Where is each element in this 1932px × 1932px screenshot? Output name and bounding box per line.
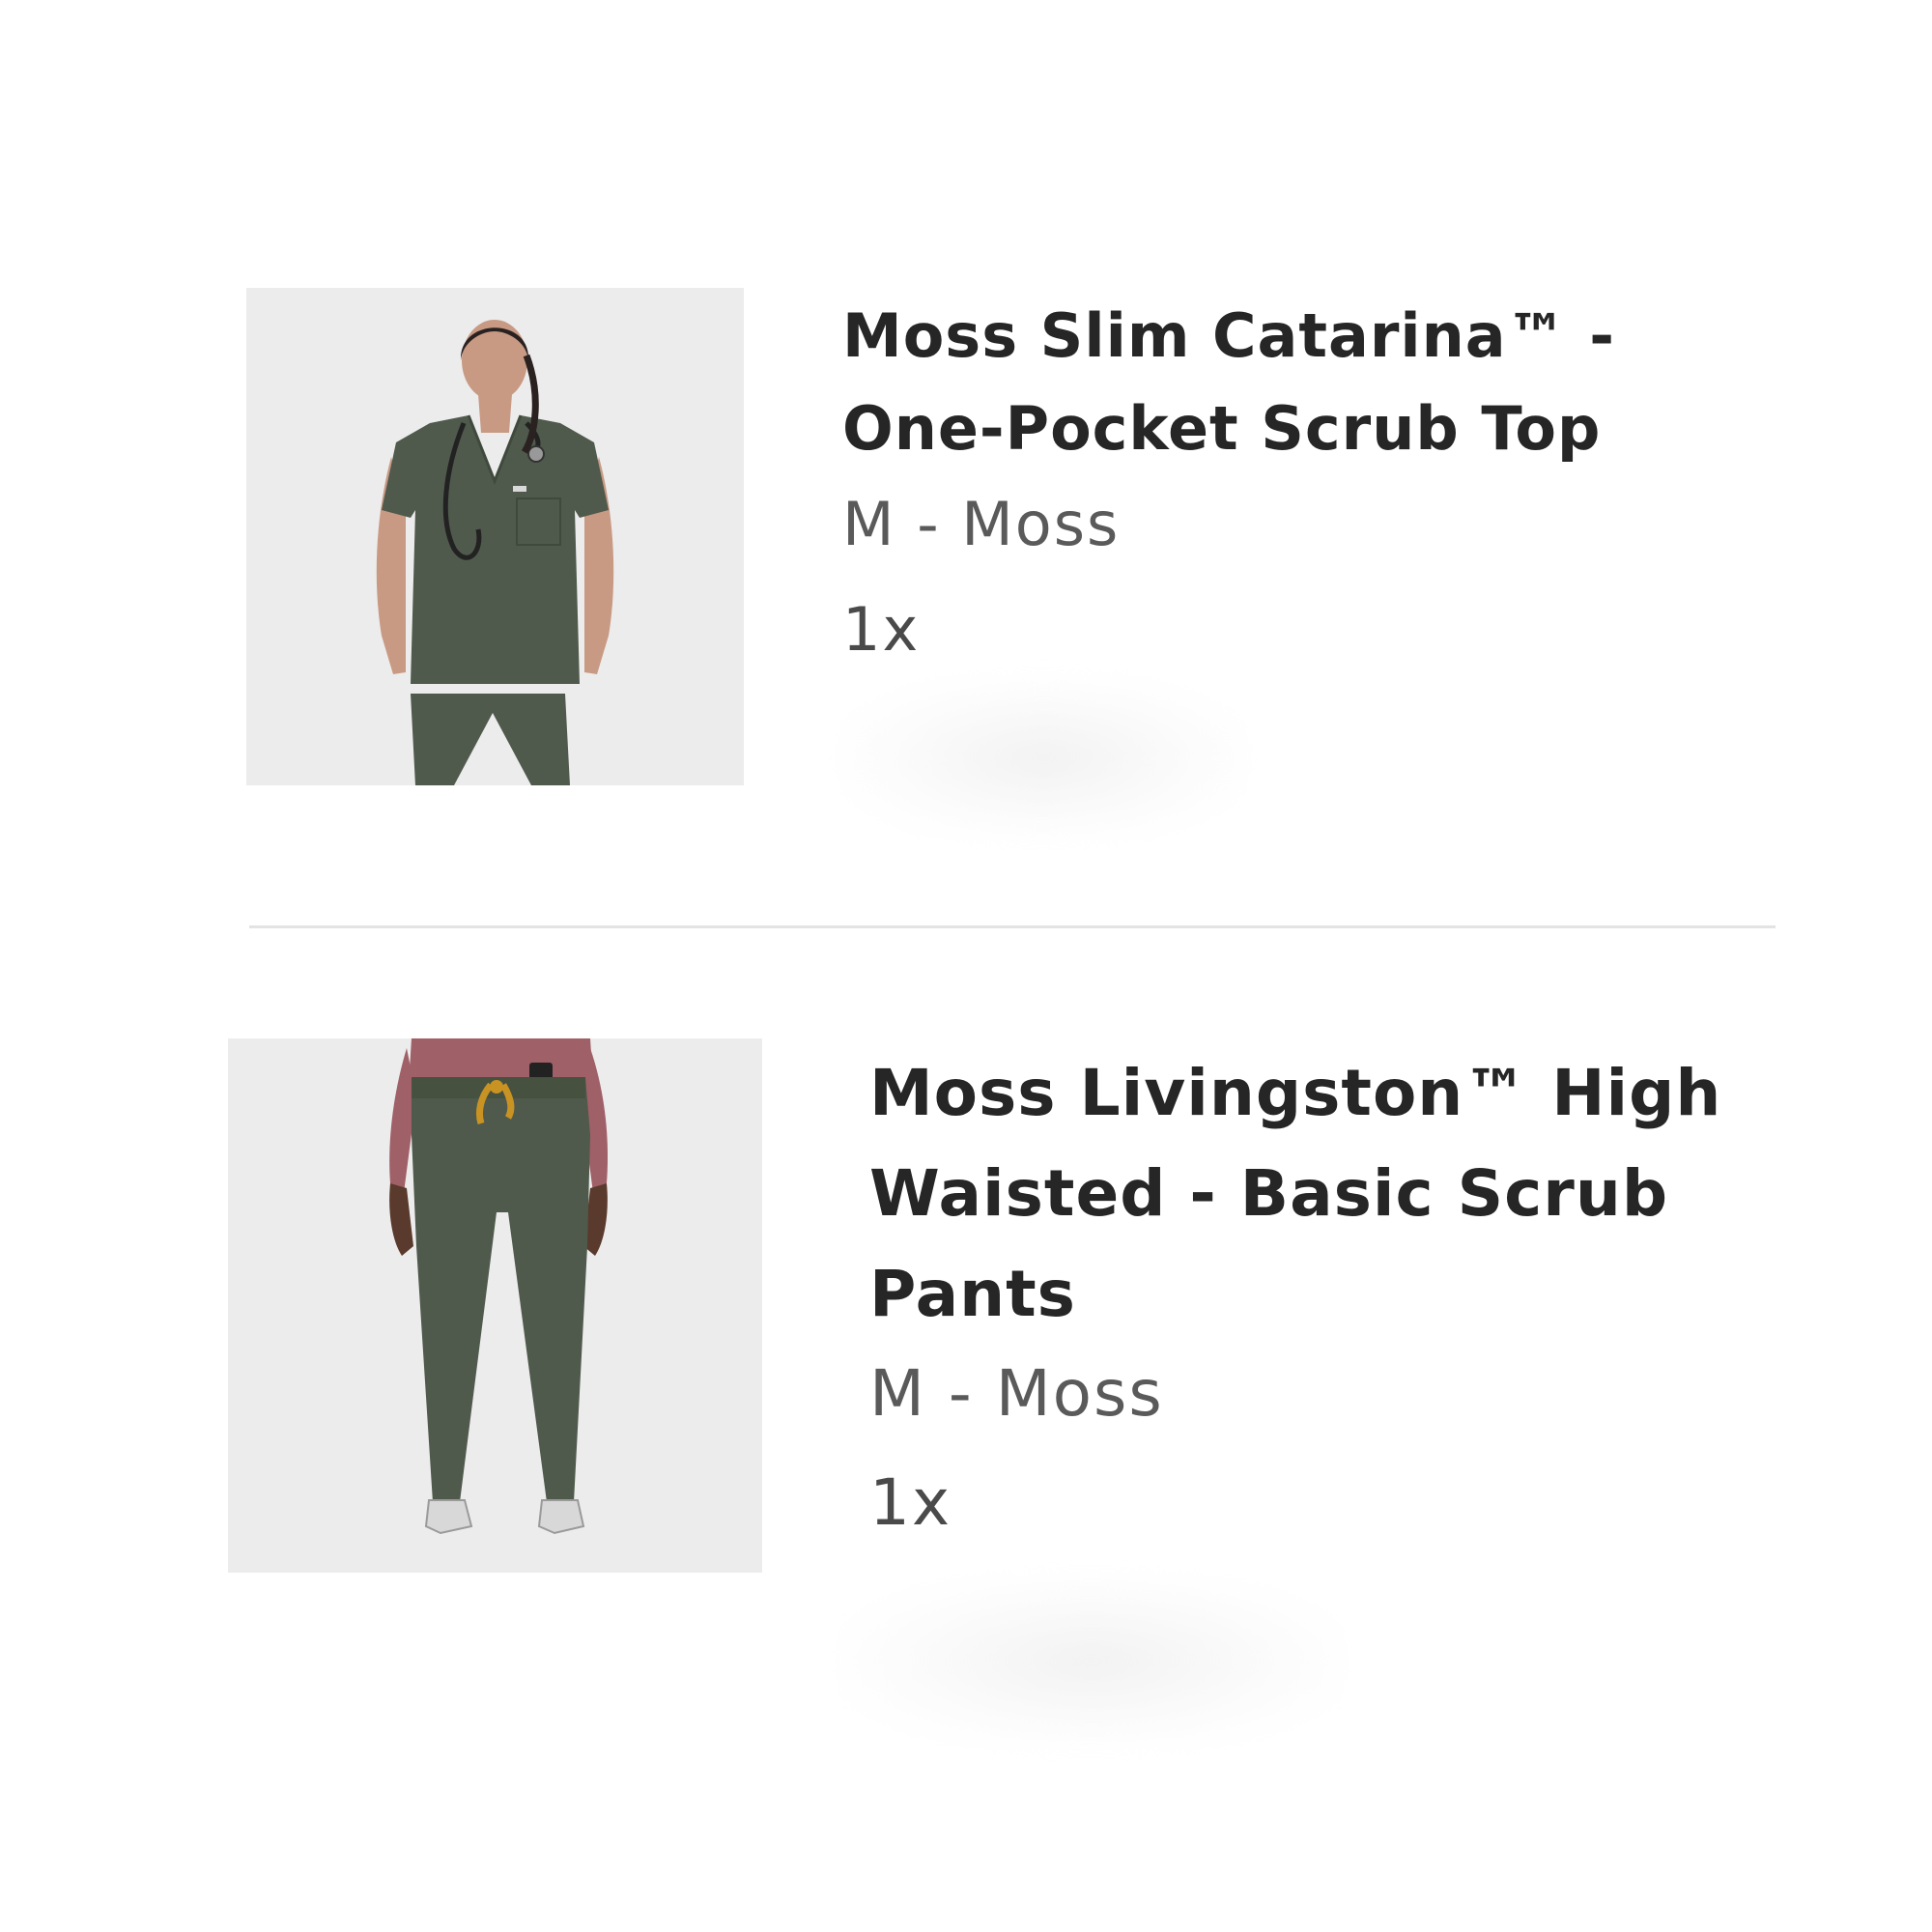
redacted-price xyxy=(840,1575,1343,1748)
order-item: Moss Livingston™ High Waisted - Basic Sc… xyxy=(0,0,1932,1932)
product-name-line: Moss Livingston™ High xyxy=(869,1056,1722,1130)
product-thumbnail[interactable] xyxy=(228,1038,762,1573)
product-info: Moss Livingston™ High Waisted - Basic Sc… xyxy=(869,1043,1835,1540)
product-name[interactable]: Moss Livingston™ High Waisted - Basic Sc… xyxy=(869,1043,1835,1345)
product-variant: M - Moss xyxy=(869,1356,1164,1431)
scrub-pants-photo-icon xyxy=(228,1038,762,1573)
product-name-line: Waisted - Basic Scrub xyxy=(869,1156,1669,1231)
product-name-line: Pants xyxy=(869,1257,1076,1331)
product-quantity: 1x xyxy=(869,1465,952,1540)
